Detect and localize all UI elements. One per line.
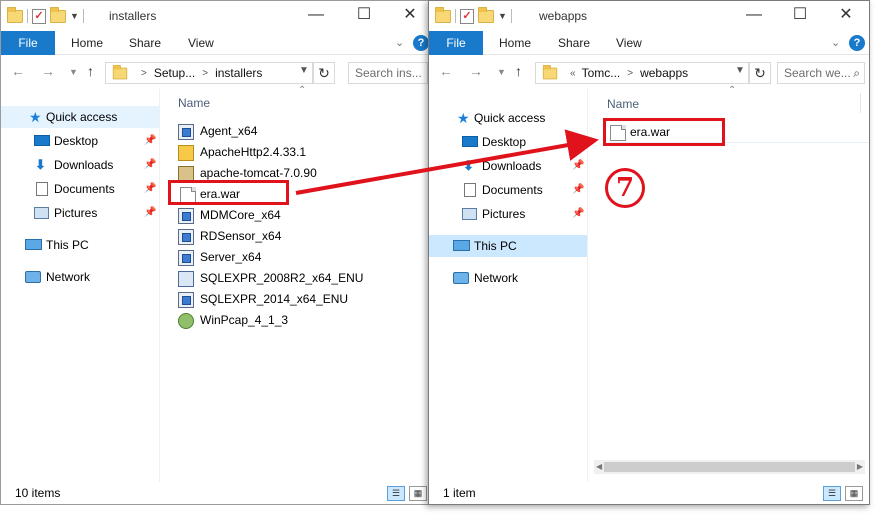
step-number-badge: 7 xyxy=(605,168,645,208)
arrow-line xyxy=(295,129,599,195)
drag-arrow xyxy=(295,129,599,195)
